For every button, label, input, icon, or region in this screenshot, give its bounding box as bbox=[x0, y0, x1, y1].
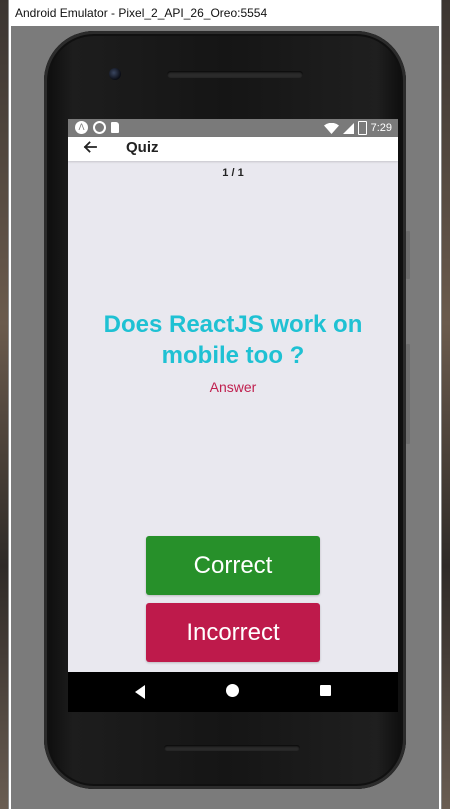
bottom-speaker bbox=[164, 745, 300, 751]
battery-icon bbox=[357, 121, 367, 135]
wifi-icon bbox=[323, 122, 339, 134]
desktop-backdrop-left bbox=[0, 0, 8, 809]
window-title: Android Emulator - Pixel_2_API_26_Oreo:5… bbox=[9, 0, 441, 26]
home-circle-icon[interactable] bbox=[226, 684, 239, 697]
front-camera bbox=[109, 68, 121, 80]
sd-card-icon bbox=[111, 122, 119, 133]
android-notification-icon: Λ bbox=[75, 121, 88, 134]
answer-toggle[interactable]: Answer bbox=[68, 379, 398, 395]
earpiece-speaker bbox=[167, 71, 303, 78]
incorrect-button[interactable]: Incorrect bbox=[146, 603, 320, 662]
emulator-frame: Λ 7:29 Quiz 1 / 1 Does ReactJS work on m… bbox=[11, 26, 439, 809]
question-progress: 1 / 1 bbox=[222, 167, 244, 179]
status-bar: Λ 7:29 bbox=[68, 119, 398, 137]
emulator-window: Android Emulator - Pixel_2_API_26_Oreo:5… bbox=[8, 0, 442, 809]
desktop-backdrop-right bbox=[442, 0, 450, 809]
page-title: Quiz bbox=[126, 139, 159, 156]
phone-screen: Λ 7:29 Quiz 1 / 1 Does ReactJS work on m… bbox=[68, 119, 398, 672]
android-nav-bar bbox=[68, 672, 398, 712]
arrow-left-icon[interactable] bbox=[80, 137, 100, 157]
app-bar: Quiz bbox=[68, 137, 398, 161]
correct-button[interactable]: Correct bbox=[146, 536, 320, 595]
question-text: Does ReactJS work on mobile too ? bbox=[103, 311, 363, 369]
phone-device: Λ 7:29 Quiz 1 / 1 Does ReactJS work on m… bbox=[44, 31, 410, 789]
cell-signal-icon bbox=[342, 122, 354, 134]
status-time: 7:29 bbox=[370, 122, 392, 134]
circle-notification-icon bbox=[93, 121, 106, 134]
back-triangle-icon[interactable] bbox=[133, 684, 147, 700]
volume-button[interactable] bbox=[406, 344, 410, 444]
recents-square-icon[interactable] bbox=[320, 685, 331, 696]
power-button[interactable] bbox=[406, 231, 410, 279]
